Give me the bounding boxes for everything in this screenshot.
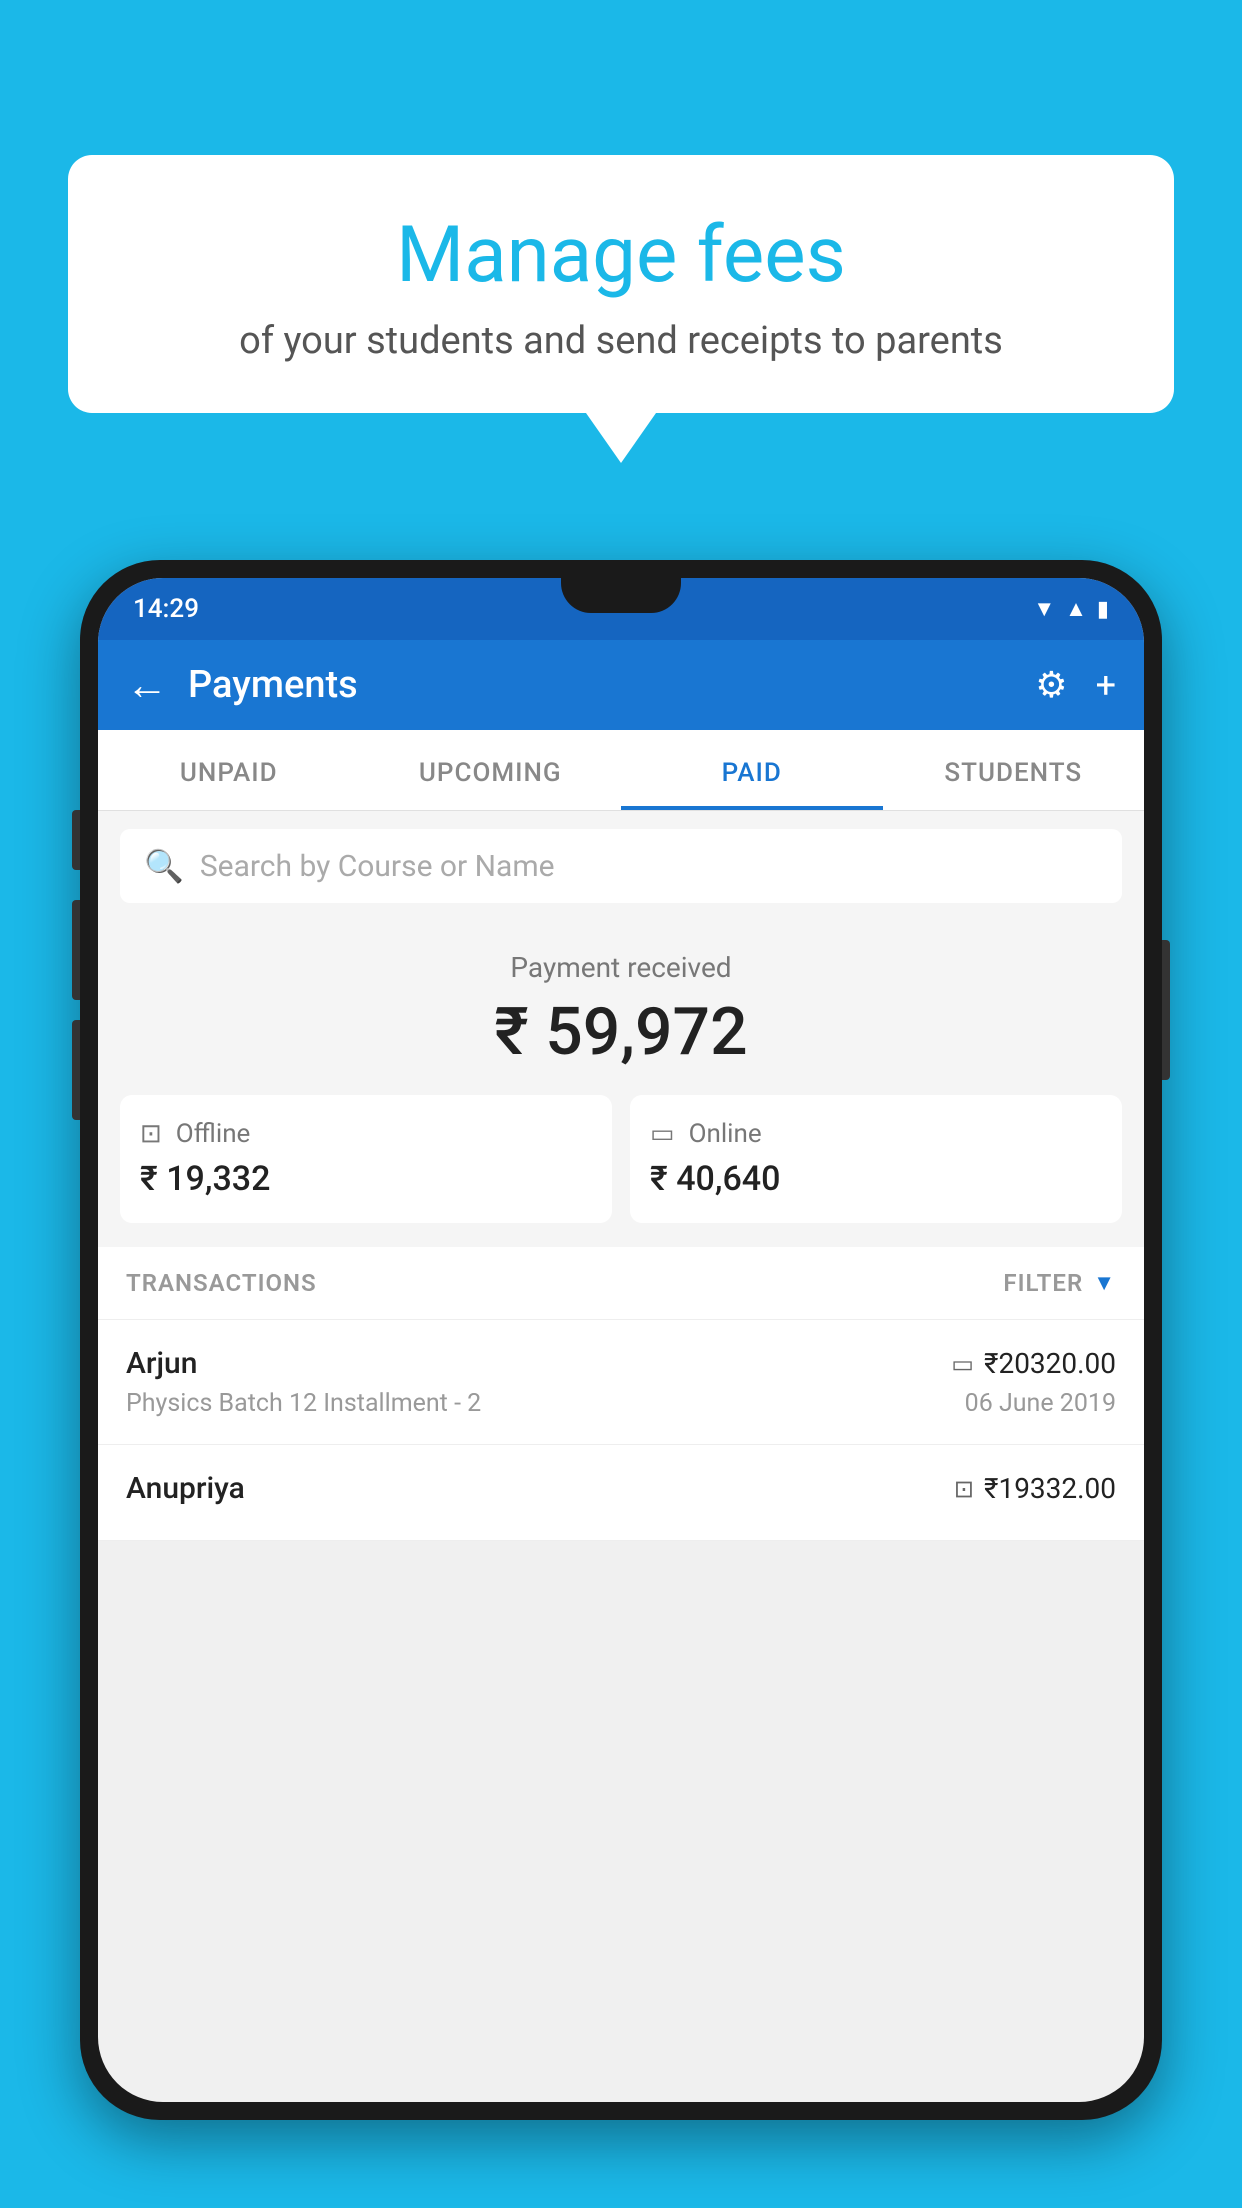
status-icons: ▼ ▲ ▮ [1033,596,1109,622]
tab-unpaid[interactable]: UNPAID [98,730,360,810]
phone-silent-button [72,1020,80,1120]
search-bar-container: 🔍 Search by Course or Name [98,811,1144,921]
offline-payment-card: ⊡ Offline ₹ 19,332 [120,1095,612,1223]
filter-button[interactable]: FILTER ▼ [1003,1269,1116,1297]
transaction-top-arjun: Arjun ▭ ₹20320.00 [126,1346,1116,1381]
transactions-header: TRANSACTIONS FILTER ▼ [98,1247,1144,1320]
offline-amount: ₹ 19,332 [140,1159,592,1199]
signal-icon: ▲ [1065,596,1087,622]
payment-total-amount: ₹ 59,972 [120,994,1122,1071]
tab-bar: UNPAID UPCOMING PAID STUDENTS [98,730,1144,811]
transaction-amount-row-anupriya: ⊡ ₹19332.00 [954,1472,1116,1505]
speech-bubble: Manage fees of your students and send re… [68,155,1174,413]
status-time: 14:29 [133,594,199,624]
speech-bubble-subtitle: of your students and send receipts to pa… [128,319,1114,363]
phone-screen: 14:29 ▼ ▲ ▮ ← Payments ⚙ + UNPAID [98,578,1144,2102]
offline-payment-header: ⊡ Offline [140,1119,592,1149]
transaction-detail-arjun: Physics Batch 12 Installment - 2 06 June… [126,1389,1116,1418]
offline-payment-icon-anupriya: ⊡ [954,1475,974,1503]
transaction-name-anupriya: Anupriya [126,1471,245,1506]
online-payment-icon-arjun: ▭ [951,1350,974,1378]
add-icon[interactable]: + [1096,664,1116,706]
transaction-amount-row-arjun: ▭ ₹20320.00 [951,1347,1116,1380]
phone-volume-down-button [72,900,80,1000]
online-label: Online [689,1119,762,1149]
filter-icon: ▼ [1093,1270,1116,1296]
phone-volume-up-button [72,810,80,870]
tab-students[interactable]: STUDENTS [883,730,1145,810]
payment-summary: Payment received ₹ 59,972 ⊡ Offline ₹ 19… [98,921,1144,1247]
transactions-label: TRANSACTIONS [126,1269,317,1297]
phone-container: 14:29 ▼ ▲ ▮ ← Payments ⚙ + UNPAID [80,560,1162,2208]
back-button[interactable]: ← [126,661,168,710]
phone-power-button [1162,940,1170,1080]
speech-bubble-container: Manage fees of your students and send re… [68,155,1174,463]
transaction-amount-anupriya: ₹19332.00 [984,1472,1116,1505]
wifi-icon: ▼ [1033,596,1055,622]
transaction-date-arjun: 06 June 2019 [965,1389,1116,1418]
transaction-row-anupriya[interactable]: Anupriya ⊡ ₹19332.00 [98,1445,1144,1541]
online-payment-card: ▭ Online ₹ 40,640 [630,1095,1122,1223]
payment-cards: ⊡ Offline ₹ 19,332 ▭ Online ₹ 40,640 [120,1095,1122,1223]
filter-label: FILTER [1003,1269,1083,1297]
online-icon: ▭ [650,1119,675,1149]
settings-icon[interactable]: ⚙ [1035,664,1067,706]
phone: 14:29 ▼ ▲ ▮ ← Payments ⚙ + UNPAID [80,560,1162,2120]
app-bar: ← Payments ⚙ + [98,640,1144,730]
app-bar-actions: ⚙ + [1035,664,1116,706]
online-payment-header: ▭ Online [650,1119,1102,1149]
offline-icon: ⊡ [140,1119,162,1149]
speech-bubble-arrow [586,413,656,463]
transaction-row-arjun[interactable]: Arjun ▭ ₹20320.00 Physics Batch 12 Insta… [98,1320,1144,1445]
phone-notch [561,578,681,613]
online-amount: ₹ 40,640 [650,1159,1102,1199]
tab-paid[interactable]: PAID [621,730,883,810]
transaction-top-anupriya: Anupriya ⊡ ₹19332.00 [126,1471,1116,1506]
payment-received-label: Payment received [120,951,1122,984]
offline-label: Offline [176,1119,251,1149]
search-input[interactable]: Search by Course or Name [200,849,555,884]
battery-icon: ▮ [1097,597,1109,622]
search-icon: 🔍 [144,847,184,885]
status-bar: 14:29 ▼ ▲ ▮ [98,578,1144,640]
speech-bubble-title: Manage fees [128,210,1114,301]
transaction-amount-arjun: ₹20320.00 [984,1347,1116,1380]
tab-upcoming[interactable]: UPCOMING [360,730,622,810]
search-bar[interactable]: 🔍 Search by Course or Name [120,829,1122,903]
transaction-name-arjun: Arjun [126,1346,197,1381]
app-title: Payments [188,663,1035,707]
transaction-course-arjun: Physics Batch 12 Installment - 2 [126,1389,481,1418]
